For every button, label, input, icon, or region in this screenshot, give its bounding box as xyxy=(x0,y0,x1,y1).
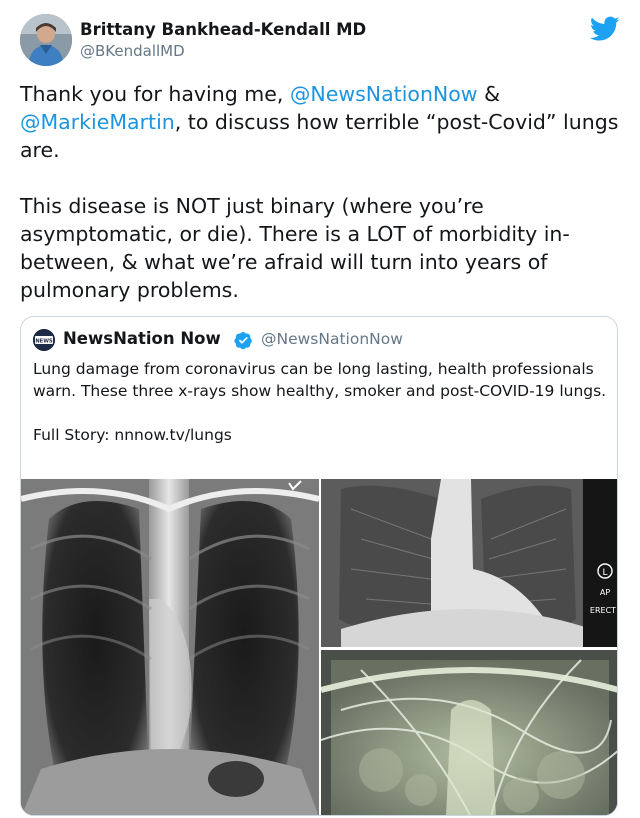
quoted-tweet[interactable]: NEWS NewsNation Now @NewsNationNow Lung … xyxy=(20,316,618,816)
quoted-author-handle[interactable]: @NewsNationNow xyxy=(261,330,403,348)
quoted-body: Lung damage from coronavirus can be long… xyxy=(33,360,607,400)
twitter-bird-icon[interactable] xyxy=(590,16,620,42)
author-handle[interactable]: @BKendallMD xyxy=(80,42,185,60)
xray-image-healthy[interactable] xyxy=(21,479,319,815)
xray-marker-position: ERECT xyxy=(590,606,616,615)
tweet-card: Brittany Bankhead-Kendall MD @BKendallMD… xyxy=(0,0,640,818)
text-segment: Thank you for having me, xyxy=(20,82,290,106)
xray-image-smoker[interactable]: L AP ERECT xyxy=(321,479,617,647)
quoted-author-name[interactable]: NewsNation Now xyxy=(63,329,221,348)
xray-marker-side: L xyxy=(602,568,607,578)
verified-badge-icon xyxy=(234,332,252,350)
tweet-paragraph-2: This disease is NOT just binary (where y… xyxy=(20,194,570,302)
quoted-avatar-text: NEWS xyxy=(35,338,53,344)
quoted-text: Lung damage from coronavirus can be long… xyxy=(33,358,611,446)
author-avatar[interactable] xyxy=(20,14,72,66)
author-name[interactable]: Brittany Bankhead-Kendall MD xyxy=(80,20,366,39)
text-segment: & xyxy=(477,82,501,106)
mention-newsnationnow[interactable]: @NewsNationNow xyxy=(290,82,478,106)
xray-marker-view: AP xyxy=(600,588,610,597)
tweet-paragraph-1: Thank you for having me, @NewsNationNow … xyxy=(20,80,625,164)
mention-markiemartin[interactable]: @MarkieMartin xyxy=(20,110,175,134)
tweet-text: Thank you for having me, @NewsNationNow … xyxy=(20,80,625,304)
quoted-link-line[interactable]: Full Story: nnnow.tv/lungs xyxy=(33,424,611,446)
xray-image-post-covid[interactable] xyxy=(321,650,617,815)
quoted-avatar[interactable]: NEWS xyxy=(33,329,55,351)
